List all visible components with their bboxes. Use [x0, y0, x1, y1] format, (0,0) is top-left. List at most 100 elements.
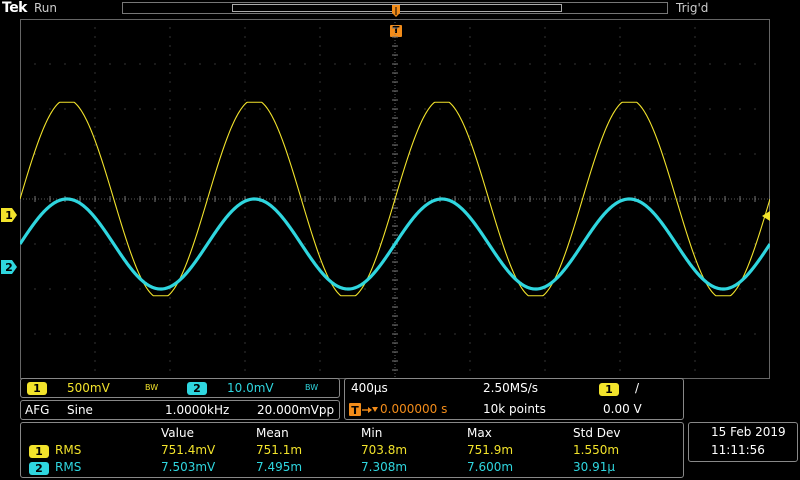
grid-dot [529, 108, 531, 110]
grid-dot [619, 72, 621, 74]
grid-dot [319, 288, 321, 290]
grid-dot [244, 225, 246, 227]
grid-dot [94, 117, 96, 119]
grid-dot [109, 288, 111, 290]
grid-dot [379, 153, 381, 155]
grid-dot [124, 63, 126, 65]
datetime-panel[interactable]: 15 Feb 2019 11:11:56 [688, 422, 798, 462]
grid-dot [724, 333, 726, 335]
grid-dot [94, 144, 96, 146]
grid-dot [244, 27, 246, 29]
grid-dot [34, 243, 36, 245]
grid-dot [169, 153, 171, 155]
ch1-ground-marker[interactable]: 1 [1, 208, 17, 222]
grid-dot [319, 315, 321, 317]
grid-dot [184, 288, 186, 290]
grid-dot [109, 333, 111, 335]
grid-dot [169, 342, 171, 344]
grid-dot [499, 243, 501, 245]
brand-logo: Tek [2, 0, 28, 16]
trigger-position[interactable]: 0.000000 s [380, 402, 447, 416]
grid-dot [619, 108, 621, 110]
grid-dot [244, 306, 246, 308]
grid-dot [544, 207, 546, 209]
grid-dot [349, 153, 351, 155]
sample-rate: 2.50MS/s [483, 381, 538, 395]
grid-dot [574, 333, 576, 335]
trigger-slope-icon[interactable]: / [635, 381, 639, 395]
grid-dot [409, 288, 411, 290]
grid-dot [244, 180, 246, 182]
waveform-graticule[interactable] [20, 19, 770, 379]
grid-dot [589, 108, 591, 110]
grid-dot [619, 216, 621, 218]
waveform-ch1 [20, 101, 770, 297]
grid-dot [94, 54, 96, 56]
ch1-scale[interactable]: 500mV [67, 381, 110, 395]
trigger-level-icon[interactable] [760, 211, 770, 221]
grid-dot [319, 153, 321, 155]
grid-dot [544, 234, 546, 236]
grid-dot [469, 54, 471, 56]
grid-dot [319, 189, 321, 191]
grid-dot [619, 369, 621, 371]
grid-dot [349, 108, 351, 110]
channel-scale-panel[interactable]: 1 500mV BW 2 10.0mV BW [20, 378, 340, 398]
grid-dot [544, 189, 546, 191]
grid-dot [469, 342, 471, 344]
grid-dot [94, 207, 96, 209]
grid-dot [244, 369, 246, 371]
grid-dot [754, 333, 756, 335]
grid-dot [619, 252, 621, 254]
grid-dot [694, 333, 696, 335]
trigger-level[interactable]: 0.00 V [603, 402, 642, 416]
grid-dot [694, 108, 696, 110]
grid-dot [694, 324, 696, 326]
grid-dot [94, 27, 96, 29]
ch2-ground-marker[interactable]: 2 [1, 260, 17, 274]
grid-dot [664, 333, 666, 335]
grid-dot [694, 117, 696, 119]
grid-dot [319, 180, 321, 182]
grid-dot [139, 63, 141, 65]
grid-dot [544, 315, 546, 317]
grid-dot [469, 81, 471, 83]
trigger-source-badge[interactable]: 1 [599, 383, 619, 396]
trigger-status: Trig'd [676, 1, 709, 15]
grid-dot [634, 108, 636, 110]
grid-dot [94, 99, 96, 101]
grid-dot [424, 243, 426, 245]
date-display: 15 Feb 2019 [711, 425, 786, 439]
grid-dot [619, 306, 621, 308]
grid-dot [169, 117, 171, 119]
grid-dot [619, 279, 621, 281]
grid-dot [274, 63, 276, 65]
grid-dot [364, 288, 366, 290]
grid-dot [649, 108, 651, 110]
ch1-badge[interactable]: 1 [27, 382, 47, 395]
grid-dot [664, 243, 666, 245]
grid-dot [304, 153, 306, 155]
grid-dot [469, 315, 471, 317]
meas-ch1-max: 751.9m [467, 443, 514, 457]
grid-dot [20, 333, 21, 335]
grid-dot [169, 279, 171, 281]
grid-dot [469, 189, 471, 191]
grid-dot [724, 243, 726, 245]
ch2-badge[interactable]: 2 [187, 382, 207, 395]
horizontal-scale[interactable]: 400µs [351, 381, 388, 395]
grid-dot [349, 333, 351, 335]
grid-dot [574, 243, 576, 245]
meas-ch1-stddev: 1.550m [573, 443, 620, 457]
grid-dot [544, 369, 546, 371]
timebase-trigger-panel[interactable]: 400µs 2.50MS/s 1 / T 0.000000 s 10k poin… [344, 378, 684, 420]
afg-panel[interactable]: AFG Sine 1.0000kHz 20.000mVpp [20, 400, 340, 420]
ch2-scale[interactable]: 10.0mV [227, 381, 274, 395]
grid-dot [94, 171, 96, 173]
grid-dot [544, 72, 546, 74]
grid-dot [169, 19, 171, 20]
grid-dot [619, 333, 621, 335]
grid-dot [244, 117, 246, 119]
measurements-panel[interactable]: Value Mean Min Max Std Dev 1 RMS 751.4mV… [20, 422, 684, 478]
grid-dot [514, 153, 516, 155]
